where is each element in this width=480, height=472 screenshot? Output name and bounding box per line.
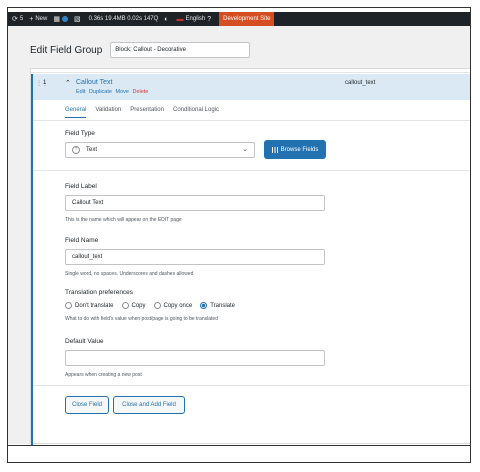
language-switcher[interactable]: ▬ English ?	[177, 16, 214, 23]
radio-label: Translate	[210, 302, 235, 309]
field-name-hint: Single word, no spaces. Underscores and …	[65, 271, 194, 277]
help-icon: ?	[207, 15, 212, 23]
seo-menu[interactable]: ▦	[53, 15, 68, 23]
translation-preferences-label: Translation preferences	[65, 289, 134, 296]
field-label-link[interactable]: Callout Text	[76, 79, 112, 86]
title-row: Edit Field Group Block: Callout - Decora…	[30, 42, 251, 58]
duplicate-link[interactable]: Duplicate	[89, 89, 112, 95]
field-type-value: Text	[86, 147, 98, 153]
divider	[33, 385, 470, 386]
move-link[interactable]: Move	[115, 89, 128, 95]
radio-label: Copy once	[163, 302, 193, 309]
default-value-label: Default Value	[65, 338, 104, 345]
chart-icon: ▧	[73, 16, 81, 23]
plus-icon: +	[29, 15, 34, 23]
default-value-hint: Appears when creating a new post	[65, 372, 142, 378]
admin-bar: ⟳ 5 + New ▦ ▧ 0.36s 19.4MB 0.02s 147Q ◐ …	[8, 12, 470, 26]
update-count: 5	[19, 16, 24, 22]
tab-general[interactable]: General	[65, 107, 87, 118]
field-settings: General Validation Presentation Conditio…	[31, 100, 470, 445]
field-type-label: Field Type	[65, 130, 95, 137]
perf-stats: 0.36s 19.4MB 0.02s 147Q	[88, 16, 159, 22]
field-label-input[interactable]: Callout Text	[65, 195, 325, 211]
radio-translate[interactable]: Translate	[200, 302, 235, 309]
status-dot	[61, 16, 68, 22]
language-label: English	[185, 16, 206, 22]
close-and-add-field-button[interactable]: Close and Add Field	[113, 396, 185, 414]
browse-fields-button[interactable]: Browse Fields	[264, 140, 326, 159]
bottom-divider	[8, 445, 470, 446]
radio-label: Copy	[131, 302, 146, 309]
refresh-icon: ⟳	[12, 16, 18, 23]
page-title: Edit Field Group	[30, 44, 103, 56]
query-monitor[interactable]: 0.36s 19.4MB 0.02s 147Q	[89, 16, 159, 22]
radio-label: Don't translate	[75, 302, 114, 309]
radio-circle-selected	[200, 302, 208, 309]
seo-icon: ▦	[53, 16, 60, 23]
translation-hint: What to do with field's value when post/…	[65, 316, 218, 322]
field-name-input[interactable]: callout_text	[65, 249, 325, 265]
row-actions: Edit Duplicate Move Delete	[76, 89, 150, 95]
field-name-label: Field Name	[65, 237, 99, 244]
flag-icon: ▬	[176, 15, 184, 23]
divider	[33, 170, 470, 171]
chevron-down-icon: ⌄	[242, 146, 248, 153]
radio-copy[interactable]: Copy	[121, 302, 146, 309]
radio-circle	[153, 302, 161, 309]
field-label-label: Field Label	[65, 183, 97, 190]
field-type-select[interactable]: ? Text ⌄	[65, 142, 255, 158]
group-title-input[interactable]: Block: Callout - Decorative	[110, 42, 251, 58]
fields-panel: ⋮⋮ 1 ⌃ Callout Text Edit Duplicate Move …	[30, 68, 470, 445]
dev-site-label: Development Site	[223, 16, 271, 22]
radio-circle	[121, 302, 129, 309]
translation-radio-group: Don't translate Copy Copy once Translate	[65, 302, 243, 309]
admin-bar-updates[interactable]: ⟳ 5	[12, 15, 23, 23]
default-value-input[interactable]	[65, 350, 325, 366]
fields-header-row	[31, 69, 470, 73]
stats-menu[interactable]: ▧	[74, 15, 83, 23]
cache-icon: ◐	[164, 15, 169, 23]
question-icon: ?	[72, 146, 80, 154]
new-label: New	[35, 16, 48, 22]
settings-tabs: General Validation Presentation Conditio…	[65, 107, 228, 118]
main-content: Edit Field Group Block: Callout - Decora…	[8, 26, 470, 445]
field-label-hint: This is the name which will appear on th…	[65, 217, 182, 223]
browse-fields-label: Browse Fields	[280, 146, 319, 153]
radio-copy-once[interactable]: Copy once	[153, 302, 193, 309]
tab-presentation[interactable]: Presentation	[130, 107, 164, 118]
field-row[interactable]: ⋮⋮ 1 ⌃ Callout Text Edit Duplicate Move …	[31, 74, 470, 100]
tab-conditional-logic[interactable]: Conditional Logic	[173, 107, 219, 118]
field-order: 1	[43, 80, 47, 86]
edit-link[interactable]: Edit	[76, 89, 85, 95]
delete-link[interactable]: Delete	[132, 89, 148, 95]
radio-circle	[65, 302, 72, 309]
radio-dont-translate[interactable]: Don't translate	[65, 302, 114, 309]
grid-icon	[271, 146, 278, 153]
screenshot-frame: ⟳ 5 + New ▦ ▧ 0.36s 19.4MB 0.02s 147Q ◐ …	[7, 7, 471, 463]
field-name-value: callout_text	[345, 80, 376, 86]
admin-bar-new[interactable]: + New	[29, 16, 47, 23]
tab-validation[interactable]: Validation	[95, 107, 121, 118]
close-field-button[interactable]: Close Field	[65, 396, 109, 414]
development-site-badge[interactable]: Development Site	[219, 12, 275, 26]
cache-menu[interactable]: ◐	[164, 16, 170, 23]
tabs-divider	[33, 120, 470, 121]
collapse-chevron-icon[interactable]: ⌃	[65, 79, 71, 87]
